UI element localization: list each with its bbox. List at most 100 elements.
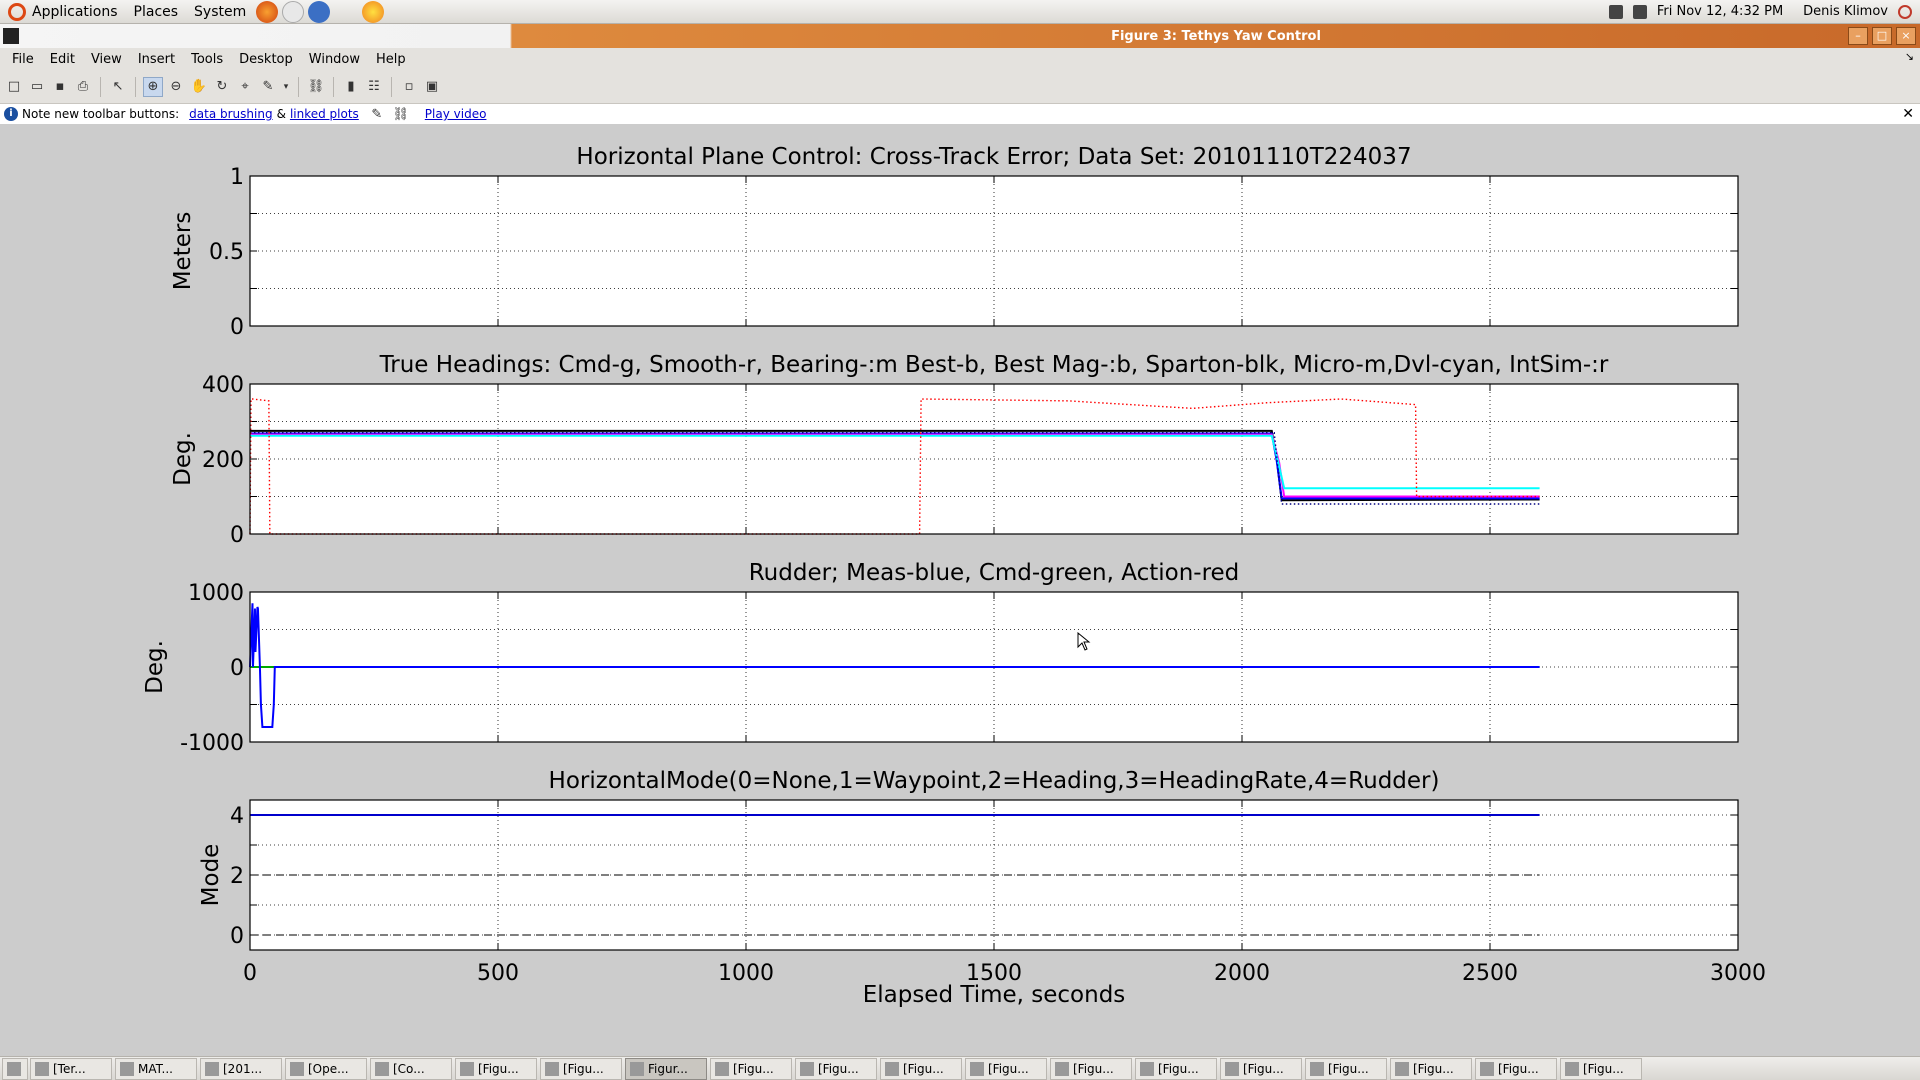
taskbar-item[interactable]: [Co... <box>370 1057 452 1080</box>
y-tick-label: 1 <box>230 165 244 190</box>
legend-icon[interactable]: ☷ <box>364 77 384 97</box>
menu-edit[interactable]: Edit <box>42 52 83 67</box>
link-plot-icon[interactable]: ⛓ <box>306 77 326 97</box>
chart-1[interactable]: Horizontal Plane Control: Cross-Track Er… <box>170 144 1739 340</box>
taskbar-item-label: [Figu... <box>903 1061 944 1076</box>
menu-insert[interactable]: Insert <box>130 52 183 67</box>
window-icon <box>715 1061 729 1076</box>
taskbar-item[interactable]: [Figu... <box>1475 1057 1557 1080</box>
firefox-icon[interactable] <box>256 0 279 23</box>
taskbar-item[interactable]: [Figu... <box>540 1057 622 1080</box>
taskbar-item[interactable]: [Ter... <box>30 1057 112 1080</box>
taskbar-item-label: [Figu... <box>1583 1061 1624 1076</box>
mail-icon[interactable] <box>282 0 305 23</box>
menu-file[interactable]: File <box>4 52 42 67</box>
save-icon[interactable]: ▪ <box>50 77 70 97</box>
window-icon <box>970 1061 984 1076</box>
applications-menu[interactable]: Applications <box>0 0 126 24</box>
menu-window[interactable]: Window <box>301 52 368 67</box>
volume-icon[interactable] <box>1632 4 1647 19</box>
print-icon[interactable]: ⎙ <box>73 77 93 97</box>
window-icon <box>545 1061 559 1076</box>
clock[interactable]: Fri Nov 12, 4:32 PM <box>1657 4 1783 19</box>
taskbar-item[interactable]: [Figu... <box>1050 1057 1132 1080</box>
taskbar-item[interactable]: [Figu... <box>1135 1057 1217 1080</box>
menu-desktop[interactable]: Desktop <box>231 52 301 67</box>
figure-canvas[interactable]: Horizontal Plane Control: Cross-Track Er… <box>0 124 1920 1056</box>
window-title: Figure 3: Tethys Yaw Control <box>1111 28 1321 44</box>
data-brushing-link[interactable]: data brushing <box>189 107 272 121</box>
y-tick-label: 0 <box>230 523 244 548</box>
taskbar-item[interactable]: [Figu... <box>1220 1057 1302 1080</box>
taskbar-item[interactable]: [Figu... <box>1390 1057 1472 1080</box>
open-file-icon[interactable]: ▭ <box>27 77 47 97</box>
window-icon <box>1225 1061 1239 1076</box>
minimize-icon[interactable]: – <box>1848 27 1868 45</box>
window-icon <box>1055 1061 1069 1076</box>
taskbar-item[interactable]: [Figu... <box>455 1057 537 1080</box>
toolbar-separator <box>298 76 299 97</box>
data-cursor-icon[interactable]: ⌖ <box>235 77 255 97</box>
show-tools-icon[interactable]: ▣ <box>422 77 442 97</box>
taskbar-item[interactable]: [Figu... <box>965 1057 1047 1080</box>
y-tick-label: 200 <box>202 448 244 473</box>
new-figure-icon[interactable]: □ <box>4 77 24 97</box>
maximize-icon[interactable]: □ <box>1872 27 1892 45</box>
taskbar-item[interactable]: Figur... <box>625 1057 707 1080</box>
linked-plots-link[interactable]: linked plots <box>290 107 359 121</box>
taskbar-item-label: [Co... <box>393 1061 425 1076</box>
link-plot-icon: ⛓ <box>392 106 410 122</box>
network-icon[interactable] <box>1608 4 1623 19</box>
rotate-icon[interactable]: ↻ <box>212 77 232 97</box>
x-tick-label: 1000 <box>718 961 774 986</box>
taskbar-item[interactable]: [Figu... <box>880 1057 962 1080</box>
play-video-link[interactable]: Play video <box>425 107 487 121</box>
chart-3[interactable]: Rudder; Meas-blue, Cmd-green, Action-red… <box>142 560 1739 756</box>
system-menu[interactable]: System <box>186 0 254 24</box>
taskbar-item[interactable]: [Figu... <box>795 1057 877 1080</box>
close-icon[interactable]: ✕ <box>1902 106 1914 122</box>
show-desktop-button[interactable] <box>2 1057 28 1080</box>
x-axis-label: Elapsed Time, seconds <box>863 982 1126 1008</box>
taskbar-item[interactable]: [Figu... <box>710 1057 792 1080</box>
brush-dropdown-icon[interactable]: ▾ <box>281 77 291 97</box>
chart-4[interactable]: HorizontalMode(0=None,1=Waypoint,2=Headi… <box>198 768 1766 1008</box>
system-label: System <box>194 3 247 20</box>
y-tick-label: 4 <box>230 804 244 829</box>
y-tick-label: 1000 <box>188 581 244 606</box>
menu-tools[interactable]: Tools <box>183 52 231 67</box>
info-note: Note new toolbar buttons: <box>22 107 180 121</box>
zoom-in-icon[interactable]: ⊕ <box>143 76 163 97</box>
edit-plot-icon[interactable]: ↖ <box>108 77 128 97</box>
help-icon[interactable] <box>308 0 331 23</box>
menu-help[interactable]: Help <box>368 52 414 67</box>
taskbar-item[interactable]: [Figu... <box>1305 1057 1387 1080</box>
window-titlebar[interactable]: Figure 3: Tethys Yaw Control – □ × <box>0 24 1920 48</box>
colorbar-icon[interactable]: ▮ <box>341 77 361 97</box>
y-tick-label: 2 <box>230 864 244 889</box>
pan-icon[interactable]: ✋ <box>189 77 209 97</box>
brush-icon[interactable]: ✎ <box>258 77 278 97</box>
window-icon <box>35 1061 49 1076</box>
taskbar-item-label: [Figu... <box>1328 1061 1369 1076</box>
hide-tools-icon[interactable]: ▫ <box>399 77 419 97</box>
menu-view[interactable]: View <box>83 52 130 67</box>
taskbar-item[interactable]: [Ope... <box>285 1057 367 1080</box>
user-menu[interactable]: Denis Klimov <box>1803 4 1888 19</box>
taskbar-item-label: [Figu... <box>1158 1061 1199 1076</box>
zoom-out-icon[interactable]: ⊖ <box>166 77 186 97</box>
power-icon[interactable] <box>1898 4 1912 19</box>
taskbar-item[interactable]: [201... <box>200 1057 282 1080</box>
close-icon[interactable]: × <box>1896 27 1916 45</box>
taskbar-item[interactable]: MAT... <box>115 1057 197 1080</box>
chart-2[interactable]: True Headings: Cmd-g, Smooth-r, Bearing-… <box>170 352 1739 548</box>
panel-right: Fri Nov 12, 4:32 PM Denis Klimov <box>1608 0 1920 24</box>
update-notifier-icon[interactable] <box>362 0 385 23</box>
places-menu[interactable]: Places <box>126 0 187 24</box>
figure-plots[interactable]: Horizontal Plane Control: Cross-Track Er… <box>0 124 1920 1056</box>
dock-arrow-icon[interactable]: ↘ <box>1905 50 1914 63</box>
window-icon <box>460 1061 474 1076</box>
y-axis-label: Deg. <box>170 432 196 486</box>
taskbar-item[interactable]: [Figu... <box>1560 1057 1642 1080</box>
window-icon <box>1310 1061 1324 1076</box>
